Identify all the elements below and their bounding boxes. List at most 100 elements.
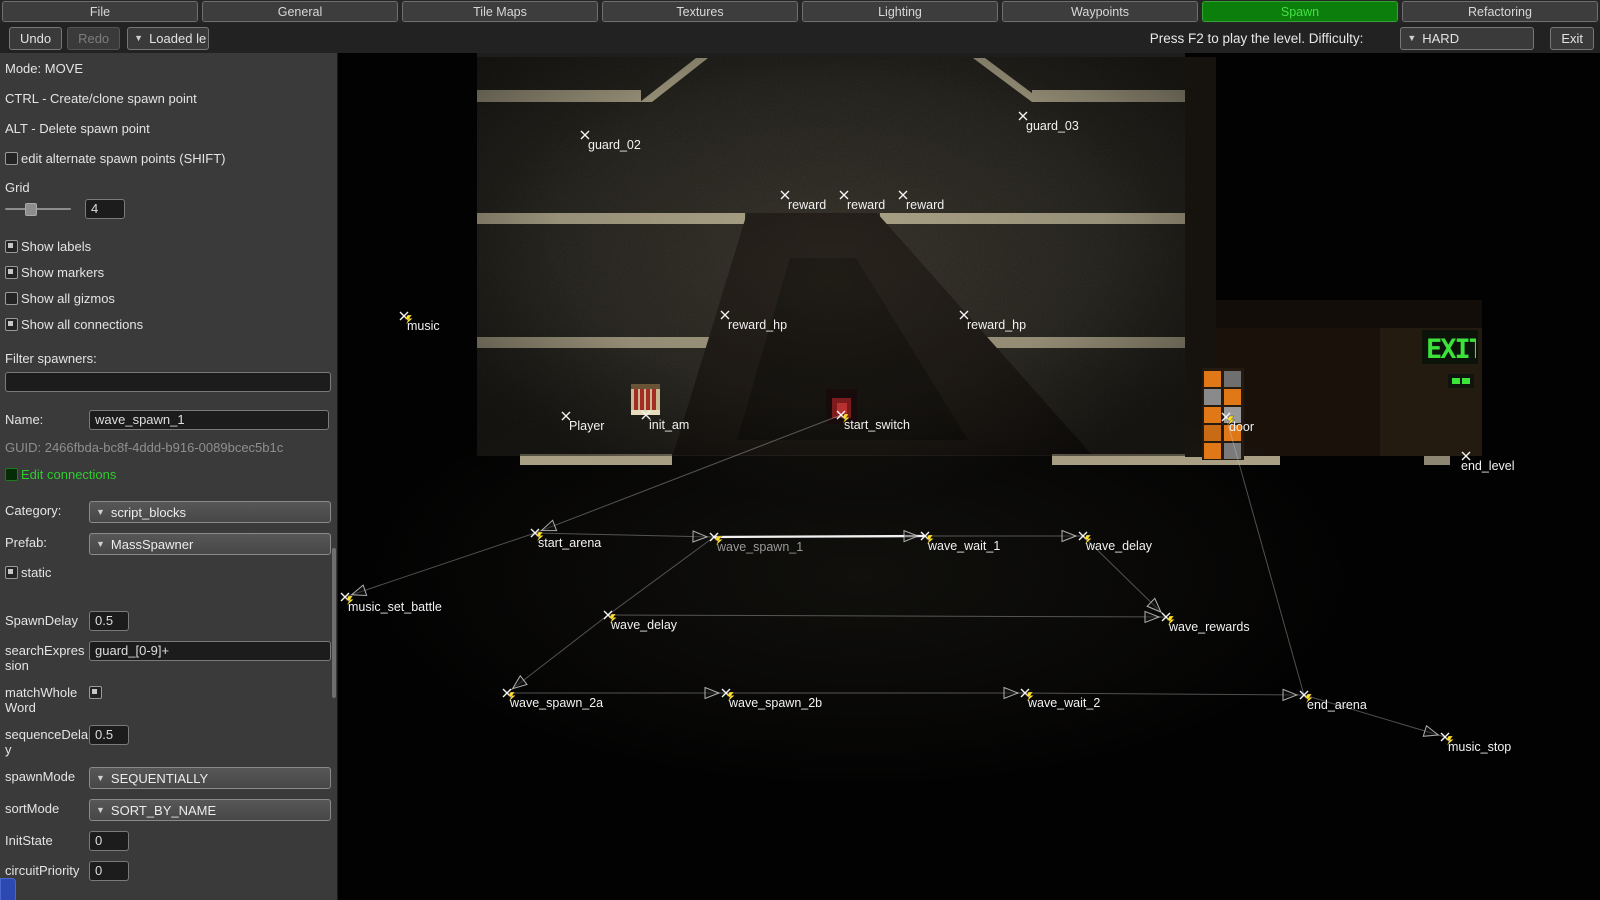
- sortMode-value: SORT_BY_NAME: [111, 803, 216, 818]
- spawn-point-label: reward: [847, 198, 885, 212]
- circuitPriority-input[interactable]: 0: [89, 861, 129, 881]
- exit-sign-text: EXIT: [1426, 334, 1485, 365]
- sequenceDelay-input[interactable]: 0.5: [89, 725, 129, 745]
- toggle-label: Show all gizmos: [21, 291, 115, 306]
- spawn-point-label: music_stop: [1448, 740, 1511, 754]
- spawn-properties-panel: Mode: MOVE CTRL - Create/clone spawn poi…: [0, 53, 338, 900]
- tab-waypoints[interactable]: Waypoints: [1002, 1, 1198, 22]
- name-label: Name:: [5, 410, 89, 427]
- tab-refactoring[interactable]: Refactoring: [1402, 1, 1598, 22]
- spawn-point-label: wave_spawn_2b: [728, 696, 822, 710]
- grid-slider[interactable]: [5, 199, 71, 219]
- loaded-level-dropdown[interactable]: ▼ Loaded le: [127, 27, 209, 50]
- tab-spawn[interactable]: Spawn: [1202, 1, 1398, 22]
- spawn-point-label: wave_rewards: [1168, 620, 1250, 634]
- spawn-point-label: reward_hp: [728, 318, 787, 332]
- InitState-input[interactable]: 0: [89, 831, 129, 851]
- tab-file[interactable]: File: [2, 1, 198, 22]
- grid-label: Grid: [5, 180, 331, 195]
- redo-button[interactable]: Redo: [67, 27, 120, 50]
- spawn-point-label: end_level: [1461, 459, 1515, 473]
- corner-widget[interactable]: [0, 878, 16, 900]
- prefab-value: MassSpawner: [111, 537, 193, 552]
- chevron-down-icon: ▼: [96, 507, 105, 517]
- prefab-dropdown[interactable]: ▼ MassSpawner: [89, 533, 331, 555]
- difficulty-dropdown[interactable]: ▼ HARD: [1400, 27, 1534, 50]
- filter-spawners-label: Filter spawners:: [5, 351, 331, 366]
- field-label: InitState: [5, 831, 89, 848]
- toggle-row: Show markers: [5, 265, 331, 280]
- toggle-row: Show labels: [5, 239, 331, 254]
- spawn-point-label: wave_delay: [610, 618, 678, 632]
- spawn-point-label: end_arena: [1307, 698, 1367, 712]
- spawn-point-label: reward: [788, 198, 826, 212]
- edit-connections-checkbox[interactable]: [5, 468, 18, 481]
- toggle-row: Show all connections: [5, 317, 331, 332]
- spawn-point-label: start_switch: [844, 418, 910, 432]
- difficulty-value: HARD: [1422, 31, 1459, 46]
- spawn-point-label: wave_spawn_2a: [509, 696, 603, 710]
- spawn-point-label: wave_delay: [1085, 539, 1153, 553]
- searchExpression-input[interactable]: guard_[0-9]+: [89, 641, 331, 661]
- prefab-label: Prefab:: [5, 533, 89, 550]
- tab-textures[interactable]: Textures: [602, 1, 798, 22]
- undo-button[interactable]: Undo: [9, 27, 62, 50]
- field-row: sequenceDelay0.5: [5, 725, 331, 757]
- spawnMode-dropdown[interactable]: ▼ SEQUENTIALLY: [89, 767, 331, 789]
- play-hint-text: Press F2 to play the level. Difficulty:: [1150, 31, 1364, 46]
- ammo-crate-sprite: [631, 384, 660, 415]
- spawn-point-label: Player: [569, 419, 604, 433]
- field-row: InitState0: [5, 831, 331, 851]
- edit-alternate-row: edit alternate spawn points (SHIFT): [5, 151, 331, 166]
- field-label: spawnMode: [5, 767, 89, 784]
- exit-button[interactable]: Exit: [1550, 27, 1594, 50]
- panel-scrollbar[interactable]: [332, 548, 336, 698]
- edit-alternate-checkbox[interactable]: [5, 152, 18, 165]
- grid-slider-thumb[interactable]: [25, 203, 37, 216]
- grid-size-input[interactable]: 4: [85, 199, 125, 219]
- toggle-label: Show markers: [21, 265, 104, 280]
- connection-wave_spawn_1-to-wave_wait_1: [714, 536, 925, 537]
- spawn-point-label: door: [1229, 420, 1254, 434]
- toggle-label: Show all connections: [21, 317, 143, 332]
- show-all-gizmos-checkbox[interactable]: [5, 292, 18, 305]
- tilemap-background: [338, 52, 1600, 900]
- grid-slider-track: [5, 208, 71, 210]
- show-markers-checkbox[interactable]: [5, 266, 18, 279]
- show-labels-checkbox[interactable]: [5, 240, 18, 253]
- tab-tile-maps[interactable]: Tile Maps: [402, 1, 598, 22]
- edit-connections-label: Edit connections: [21, 467, 116, 482]
- matchWholeWord-checkbox[interactable]: [89, 686, 102, 699]
- name-input[interactable]: wave_spawn_1: [89, 410, 329, 430]
- spawn-point-label: music: [407, 319, 440, 333]
- field-row: SpawnDelay0.5: [5, 611, 331, 631]
- chevron-down-icon: ▼: [96, 773, 105, 783]
- field-row: spawnMode ▼ SEQUENTIALLY: [5, 767, 331, 789]
- spawn-point-label: guard_03: [1026, 119, 1079, 133]
- tab-lighting[interactable]: Lighting: [802, 1, 998, 22]
- spawn-point-label: wave_wait_2: [1027, 696, 1100, 710]
- field-label: circuitPriority: [5, 861, 89, 878]
- sortMode-dropdown[interactable]: ▼ SORT_BY_NAME: [89, 799, 331, 821]
- spawn-point-label: wave_spawn_1: [716, 540, 803, 554]
- static-label: static: [21, 565, 51, 580]
- category-value: script_blocks: [111, 505, 186, 520]
- category-dropdown[interactable]: ▼ script_blocks: [89, 501, 331, 523]
- toggle-row: Show all gizmos: [5, 291, 331, 306]
- chevron-down-icon: ▼: [96, 539, 105, 549]
- main-menu-bar: FileGeneralTile MapsTexturesLightingWayp…: [0, 0, 1600, 23]
- show-all-connections-checkbox[interactable]: [5, 318, 18, 331]
- field-label: SpawnDelay: [5, 611, 89, 628]
- field-label: sortMode: [5, 799, 89, 816]
- tab-general[interactable]: General: [202, 1, 398, 22]
- chevron-down-icon: ▼: [96, 805, 105, 815]
- spawnMode-value: SEQUENTIALLY: [111, 771, 208, 786]
- static-checkbox[interactable]: [5, 566, 18, 579]
- field-label: sequenceDelay: [5, 725, 89, 757]
- mode-label: Mode: MOVE: [5, 61, 331, 76]
- filter-spawners-input[interactable]: [5, 372, 331, 392]
- field-row: searchExpressionguard_[0-9]+: [5, 641, 331, 673]
- category-label: Category:: [5, 501, 89, 518]
- SpawnDelay-input[interactable]: 0.5: [89, 611, 129, 631]
- spawn-point-label: music_set_battle: [348, 600, 442, 614]
